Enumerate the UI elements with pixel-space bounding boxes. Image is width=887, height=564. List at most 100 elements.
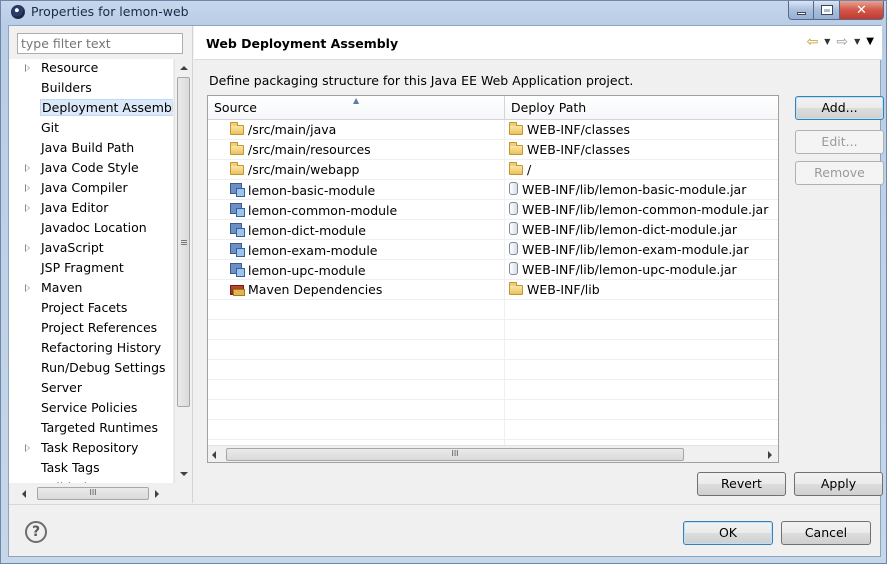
table-row[interactable]: lemon-exam-module WEB-INF/lib/lemon-exam-…: [208, 240, 778, 260]
expand-arrow-icon[interactable]: [25, 204, 30, 212]
property-page: Web Deployment Assembly ⇦ ▼ ⇨ ▼ ▼ Define…: [194, 26, 884, 503]
properties-window: Properties for lemon-web ✕ Resource Build…: [0, 0, 887, 564]
help-icon[interactable]: ?: [25, 521, 47, 543]
table-row[interactable]: lemon-dict-module WEB-INF/lib/lemon-dict-…: [208, 220, 778, 240]
minimize-button[interactable]: [788, 1, 814, 20]
page-description: Define packaging structure for this Java…: [209, 73, 634, 88]
scroll-left-icon[interactable]: [22, 490, 26, 498]
view-menu-icon[interactable]: ▼: [866, 35, 874, 49]
tree-item[interactable]: Refactoring History: [9, 339, 173, 359]
tree-item[interactable]: Service Policies: [9, 399, 173, 419]
source-cell: /src/main/java: [230, 122, 336, 137]
column-header-source[interactable]: Source: [214, 100, 257, 115]
scroll-down-icon[interactable]: [180, 472, 188, 476]
edit-button[interactable]: Edit...: [795, 130, 884, 154]
source-cell: /src/main/webapp: [230, 162, 360, 177]
revert-label: Revert: [721, 476, 762, 491]
page-title: Web Deployment Assembly: [206, 36, 399, 51]
deploy-path-text: /: [527, 162, 532, 177]
jar-icon: [509, 242, 518, 255]
column-divider[interactable]: [504, 96, 505, 120]
source-text: /src/main/resources: [248, 142, 371, 157]
tree-item[interactable]: Validation: [9, 479, 173, 483]
cancel-button[interactable]: Cancel: [781, 521, 871, 545]
table-horizontal-scrollbar[interactable]: III: [208, 445, 778, 462]
tree-item[interactable]: Javadoc Location: [9, 219, 173, 239]
tree-item[interactable]: JavaScript: [9, 239, 173, 259]
scroll-thumb[interactable]: III: [37, 487, 149, 500]
tree-item[interactable]: Java Build Path: [9, 139, 173, 159]
forward-dropdown-icon[interactable]: ▼: [854, 35, 860, 49]
deploy-path-text: WEB-INF/lib/lemon-dict-module.jar: [522, 222, 738, 237]
tree-horizontal-scrollbar[interactable]: III: [9, 485, 173, 502]
tree-item-label: Project Facets: [41, 300, 128, 315]
tree-item[interactable]: Maven: [9, 279, 173, 299]
scroll-right-icon[interactable]: [768, 451, 772, 459]
tree-item[interactable]: Project References: [9, 319, 173, 339]
tree-item-label: Javadoc Location: [41, 220, 147, 235]
apply-button[interactable]: Apply: [794, 472, 883, 496]
source-text: Maven Dependencies: [248, 282, 383, 297]
expand-arrow-icon[interactable]: [25, 244, 30, 252]
tree-item[interactable]: Task Repository: [9, 439, 173, 459]
tree-item-label: Task Repository: [41, 440, 139, 455]
revert-button[interactable]: Revert: [697, 472, 786, 496]
deploy-path-cell: /: [509, 162, 531, 177]
tree-item[interactable]: Server: [9, 379, 173, 399]
apply-label: Apply: [820, 476, 857, 491]
tree-item[interactable]: Targeted Runtimes: [9, 419, 173, 439]
jar-icon: [509, 222, 518, 235]
table-row[interactable]: lemon-upc-module WEB-INF/lib/lemon-upc-mo…: [208, 260, 778, 280]
column-header-deploy-path[interactable]: Deploy Path: [511, 100, 586, 115]
scroll-left-icon[interactable]: [212, 451, 216, 459]
expand-arrow-icon[interactable]: [25, 64, 30, 72]
table-row[interactable]: lemon-basic-module WEB-INF/lib/lemon-basi…: [208, 180, 778, 200]
tree-item[interactable]: Resource: [9, 59, 173, 79]
scroll-up-icon[interactable]: [180, 66, 188, 70]
tree-item-label: Java Compiler: [41, 180, 128, 195]
table-row[interactable]: /src/main/java WEB-INF/classes: [208, 120, 778, 140]
expand-arrow-icon[interactable]: [25, 184, 30, 192]
deploy-path-text: WEB-INF/lib/lemon-basic-module.jar: [522, 182, 747, 197]
table-row: [208, 340, 778, 360]
table-row[interactable]: Maven Dependencies WEB-INF/lib: [208, 280, 778, 300]
back-arrow-icon[interactable]: ⇦: [807, 35, 819, 49]
tree-item[interactable]: Run/Debug Settings: [9, 359, 173, 379]
expand-arrow-icon[interactable]: [25, 164, 30, 172]
folder-icon: [509, 282, 523, 295]
remove-button[interactable]: Remove: [795, 161, 884, 185]
close-window-button[interactable]: ✕: [840, 1, 884, 20]
scroll-thumb[interactable]: III: [226, 448, 684, 461]
source-cell: lemon-upc-module: [230, 262, 366, 278]
tree-item[interactable]: Java Compiler: [9, 179, 173, 199]
tree-item[interactable]: Java Code Style: [9, 159, 173, 179]
tree-item[interactable]: JSP Fragment: [9, 259, 173, 279]
page-header: Web Deployment Assembly ⇦ ▼ ⇨ ▼ ▼: [194, 26, 882, 60]
tree-item[interactable]: Java Editor: [9, 199, 173, 219]
tree-item[interactable]: Deployment Assembly: [9, 99, 173, 119]
scroll-thumb[interactable]: [177, 77, 190, 407]
ok-button[interactable]: OK: [683, 521, 773, 545]
tree-item[interactable]: Project Facets: [9, 299, 173, 319]
expand-arrow-icon[interactable]: [25, 284, 30, 292]
source-cell: lemon-exam-module: [230, 242, 377, 258]
forward-arrow-icon[interactable]: ⇨: [836, 35, 848, 49]
add-button[interactable]: Add...: [795, 96, 884, 120]
table-row[interactable]: /src/main/webapp /: [208, 160, 778, 180]
tree-item[interactable]: Task Tags: [9, 459, 173, 479]
source-text: /src/main/java: [248, 122, 337, 137]
property-page-tree: Resource Builders Deployment Assembly Git Ja…: [9, 59, 173, 483]
filter-input[interactable]: [17, 33, 183, 54]
table-row[interactable]: lemon-common-module WEB-INF/lib/lemon-com…: [208, 200, 778, 220]
add-label: Add...: [821, 100, 858, 115]
scroll-right-icon[interactable]: [155, 490, 159, 498]
tree-vertical-scrollbar[interactable]: [174, 59, 191, 483]
tree-item[interactable]: Builders: [9, 79, 173, 99]
expand-arrow-icon[interactable]: [25, 444, 30, 452]
edit-label: Edit...: [821, 134, 858, 149]
table-row[interactable]: /src/main/resources WEB-INF/classes: [208, 140, 778, 160]
maximize-button[interactable]: [814, 1, 840, 20]
title-bar[interactable]: Properties for lemon-web ✕: [1, 1, 886, 23]
tree-item[interactable]: Git: [9, 119, 173, 139]
back-dropdown-icon[interactable]: ▼: [824, 35, 830, 49]
